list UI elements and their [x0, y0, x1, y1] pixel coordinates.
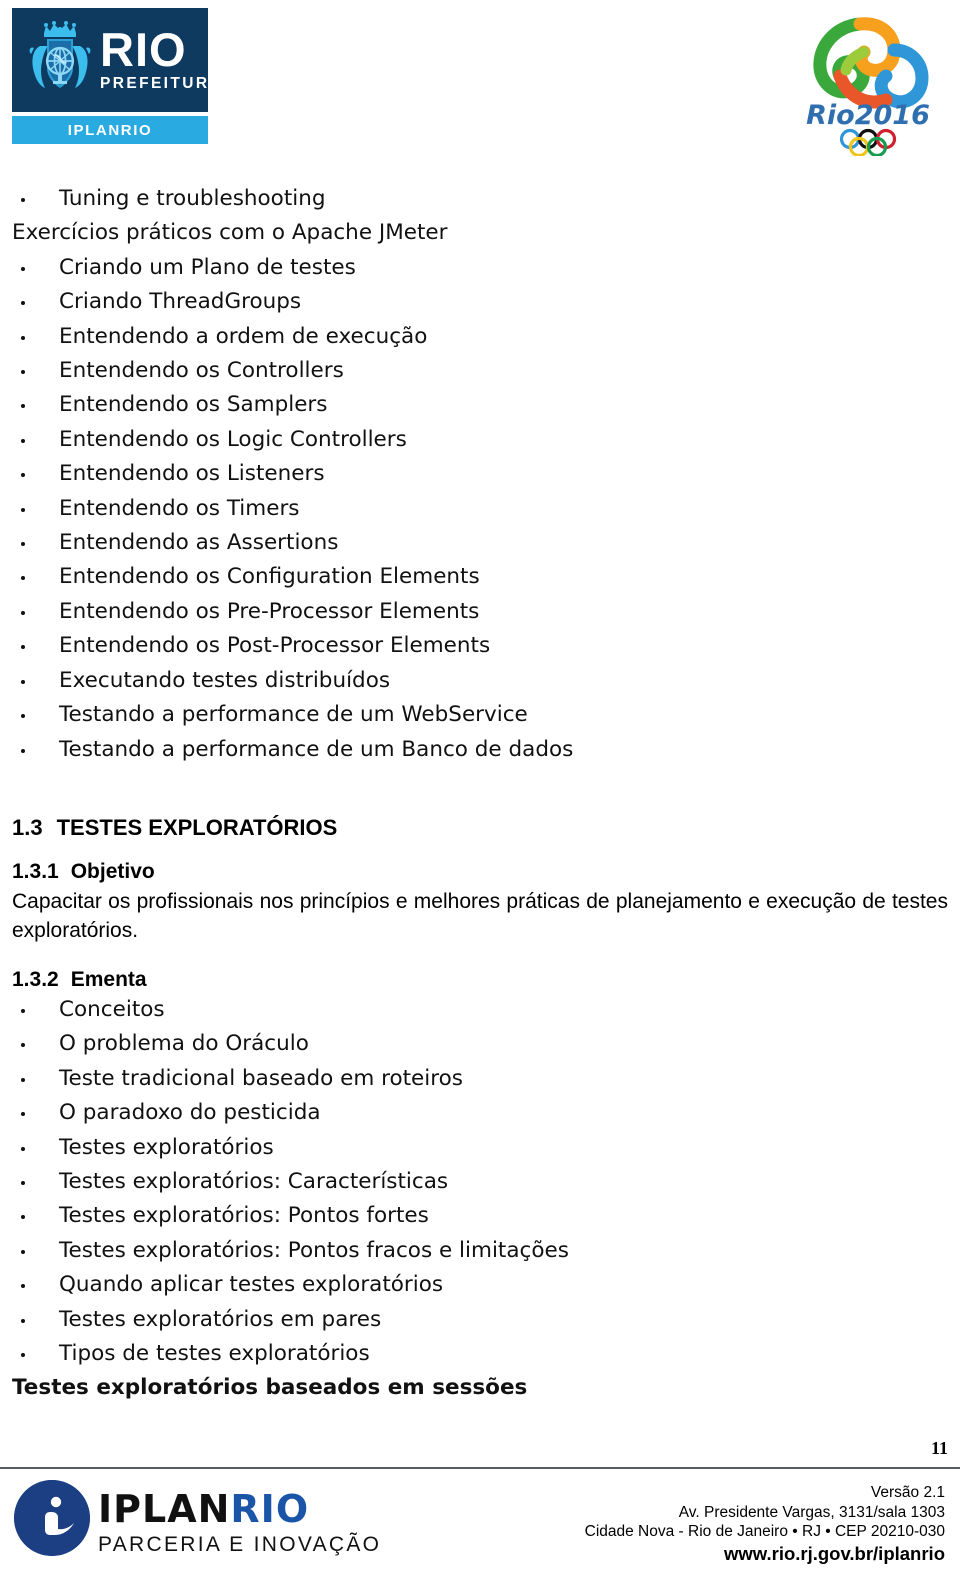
iplanrio-cyan-band: IPLANRIO [12, 116, 208, 144]
rio-prefeitura-iplanrio-logo: RIO PREFEITURA IPLANRIO [12, 8, 221, 144]
page-footer: IPLANRIO PARCERIA E INOVAÇÃO Versão 2.1 … [0, 1469, 960, 1577]
page-header: RIO PREFEITURA IPLANRIO Rio2016 [0, 0, 960, 170]
footer-version: Versão 2.1 [870, 1484, 945, 1501]
rio-subbrand-text: PREFEITURA [100, 75, 224, 93]
objetivo-paragraph: Capacitar os profissionais nos princípio… [12, 889, 948, 942]
list-item: Entendendo a ordem de execução [12, 320, 948, 354]
list-item: Tuning e troubleshooting [12, 182, 948, 216]
list-item: Conceitos [12, 993, 948, 1027]
list-item: Testando a performance de um Banco de da… [12, 733, 948, 767]
subsection-title: Ementa [70, 967, 147, 991]
iplanrio-badge-icon [14, 1480, 90, 1556]
list-item: Testes exploratórios: Pontos fracos e li… [12, 1234, 948, 1268]
list-item: Exercícios práticos com o Apache JMeter [12, 220, 448, 246]
rio-brand-text: RIO [100, 23, 187, 77]
list-item: Entendendo os Controllers [12, 354, 948, 388]
list-item: Quando aplicar testes exploratórios [12, 1268, 948, 1302]
section-title: TESTES EXPLORATÓRIOS [56, 814, 338, 840]
subsection-heading-1-3-2: 1.3.2 Ementa [12, 967, 948, 993]
subsection-number: 1.3.2 [12, 967, 59, 991]
footer-address-block: Versão 2.1 Av. Presidente Vargas, 3131/s… [585, 1483, 945, 1565]
section-heading-1-3: 1.3 TESTES EXPLORATÓRIOS [12, 815, 948, 841]
list-item: Entendendo os Timers [12, 492, 948, 526]
footer-website-link[interactable]: www.rio.rj.gov.br/iplanrio [585, 1542, 945, 1565]
list-item: Entendendo os Logic Controllers [12, 423, 948, 457]
list-item: Testes exploratórios: Pontos fortes [12, 1199, 948, 1233]
list-item: Testes exploratórios em pares [12, 1303, 948, 1337]
section-number: 1.3 [12, 814, 43, 840]
footer-city: Cidade Nova - Rio de Janeiro • RJ • CEP … [584, 1523, 945, 1540]
list-item: Entendendo os Listeners [12, 457, 948, 491]
list-item: O paradoxo do pesticida [12, 1096, 948, 1130]
page-number: 11 [930, 1438, 948, 1458]
iplanrio-word-blue: RIO [230, 1487, 310, 1531]
iplanrio-tagline: PARCERIA E INOVAÇÃO [98, 1533, 382, 1556]
list-item: Criando um Plano de testes [12, 251, 948, 285]
footer-street: Av. Presidente Vargas, 3131/sala 1303 [678, 1503, 945, 1521]
list-item: Tipos de testes exploratórios [12, 1337, 948, 1371]
list-item: Entendendo os Configuration Elements [12, 560, 948, 594]
list-item: Entendendo os Samplers [12, 388, 948, 422]
subsection-number: 1.3.1 [12, 859, 59, 883]
list-item: Testes exploratórios baseados em sessões [12, 1375, 528, 1401]
rio2016-emblem-icon: Rio2016 [798, 6, 938, 156]
rio-logo-navy-block: RIO PREFEITURA [12, 8, 221, 112]
jmeter-topics-list: Tuning e troubleshooting Exercícios práti… [12, 182, 948, 767]
list-item: Teste tradicional baseado em roteiros [12, 1062, 948, 1096]
list-item: Criando ThreadGroups [12, 285, 948, 319]
list-item: Entendendo os Pre-Processor Elements [12, 595, 948, 629]
iplanrio-parceria-logo: IPLANRIO PARCERIA E INOVAÇÃO [14, 1478, 382, 1574]
iplanrio-word-black: IPLAN [98, 1487, 231, 1531]
document-content: Tuning e troubleshooting Exercícios práti… [12, 182, 948, 1406]
rio2016-wordmark-text: Rio2016 [806, 100, 930, 131]
iplanrio-unit-text: IPLANRIO [67, 121, 153, 139]
subsection-title: Objetivo [70, 859, 155, 883]
iplanrio-wordmark-text: IPLANRIO [98, 1488, 374, 1530]
rio-coat-of-arms-icon [28, 18, 92, 102]
list-item: O problema do Oráculo [12, 1027, 948, 1061]
list-item: Entendendo os Post-Processor Elements [12, 629, 948, 663]
list-item: Testando a performance de um WebService [12, 698, 948, 732]
list-item: Testes exploratórios: Características [12, 1165, 948, 1199]
iplanrio-wordmark: IPLANRIO PARCERIA E INOVAÇÃO [98, 1488, 382, 1559]
list-item: Entendendo as Assertions [12, 526, 948, 560]
list-item: Executando testes distribuídos [12, 664, 948, 698]
subsection-heading-1-3-1: 1.3.1 Objetivo [12, 859, 948, 885]
ementa-topics-list: Conceitos O problema do Oráculo Teste trad… [12, 993, 948, 1406]
rio-wordmark: RIO PREFEITURA [100, 23, 224, 93]
list-item: Testes exploratórios [12, 1131, 948, 1165]
